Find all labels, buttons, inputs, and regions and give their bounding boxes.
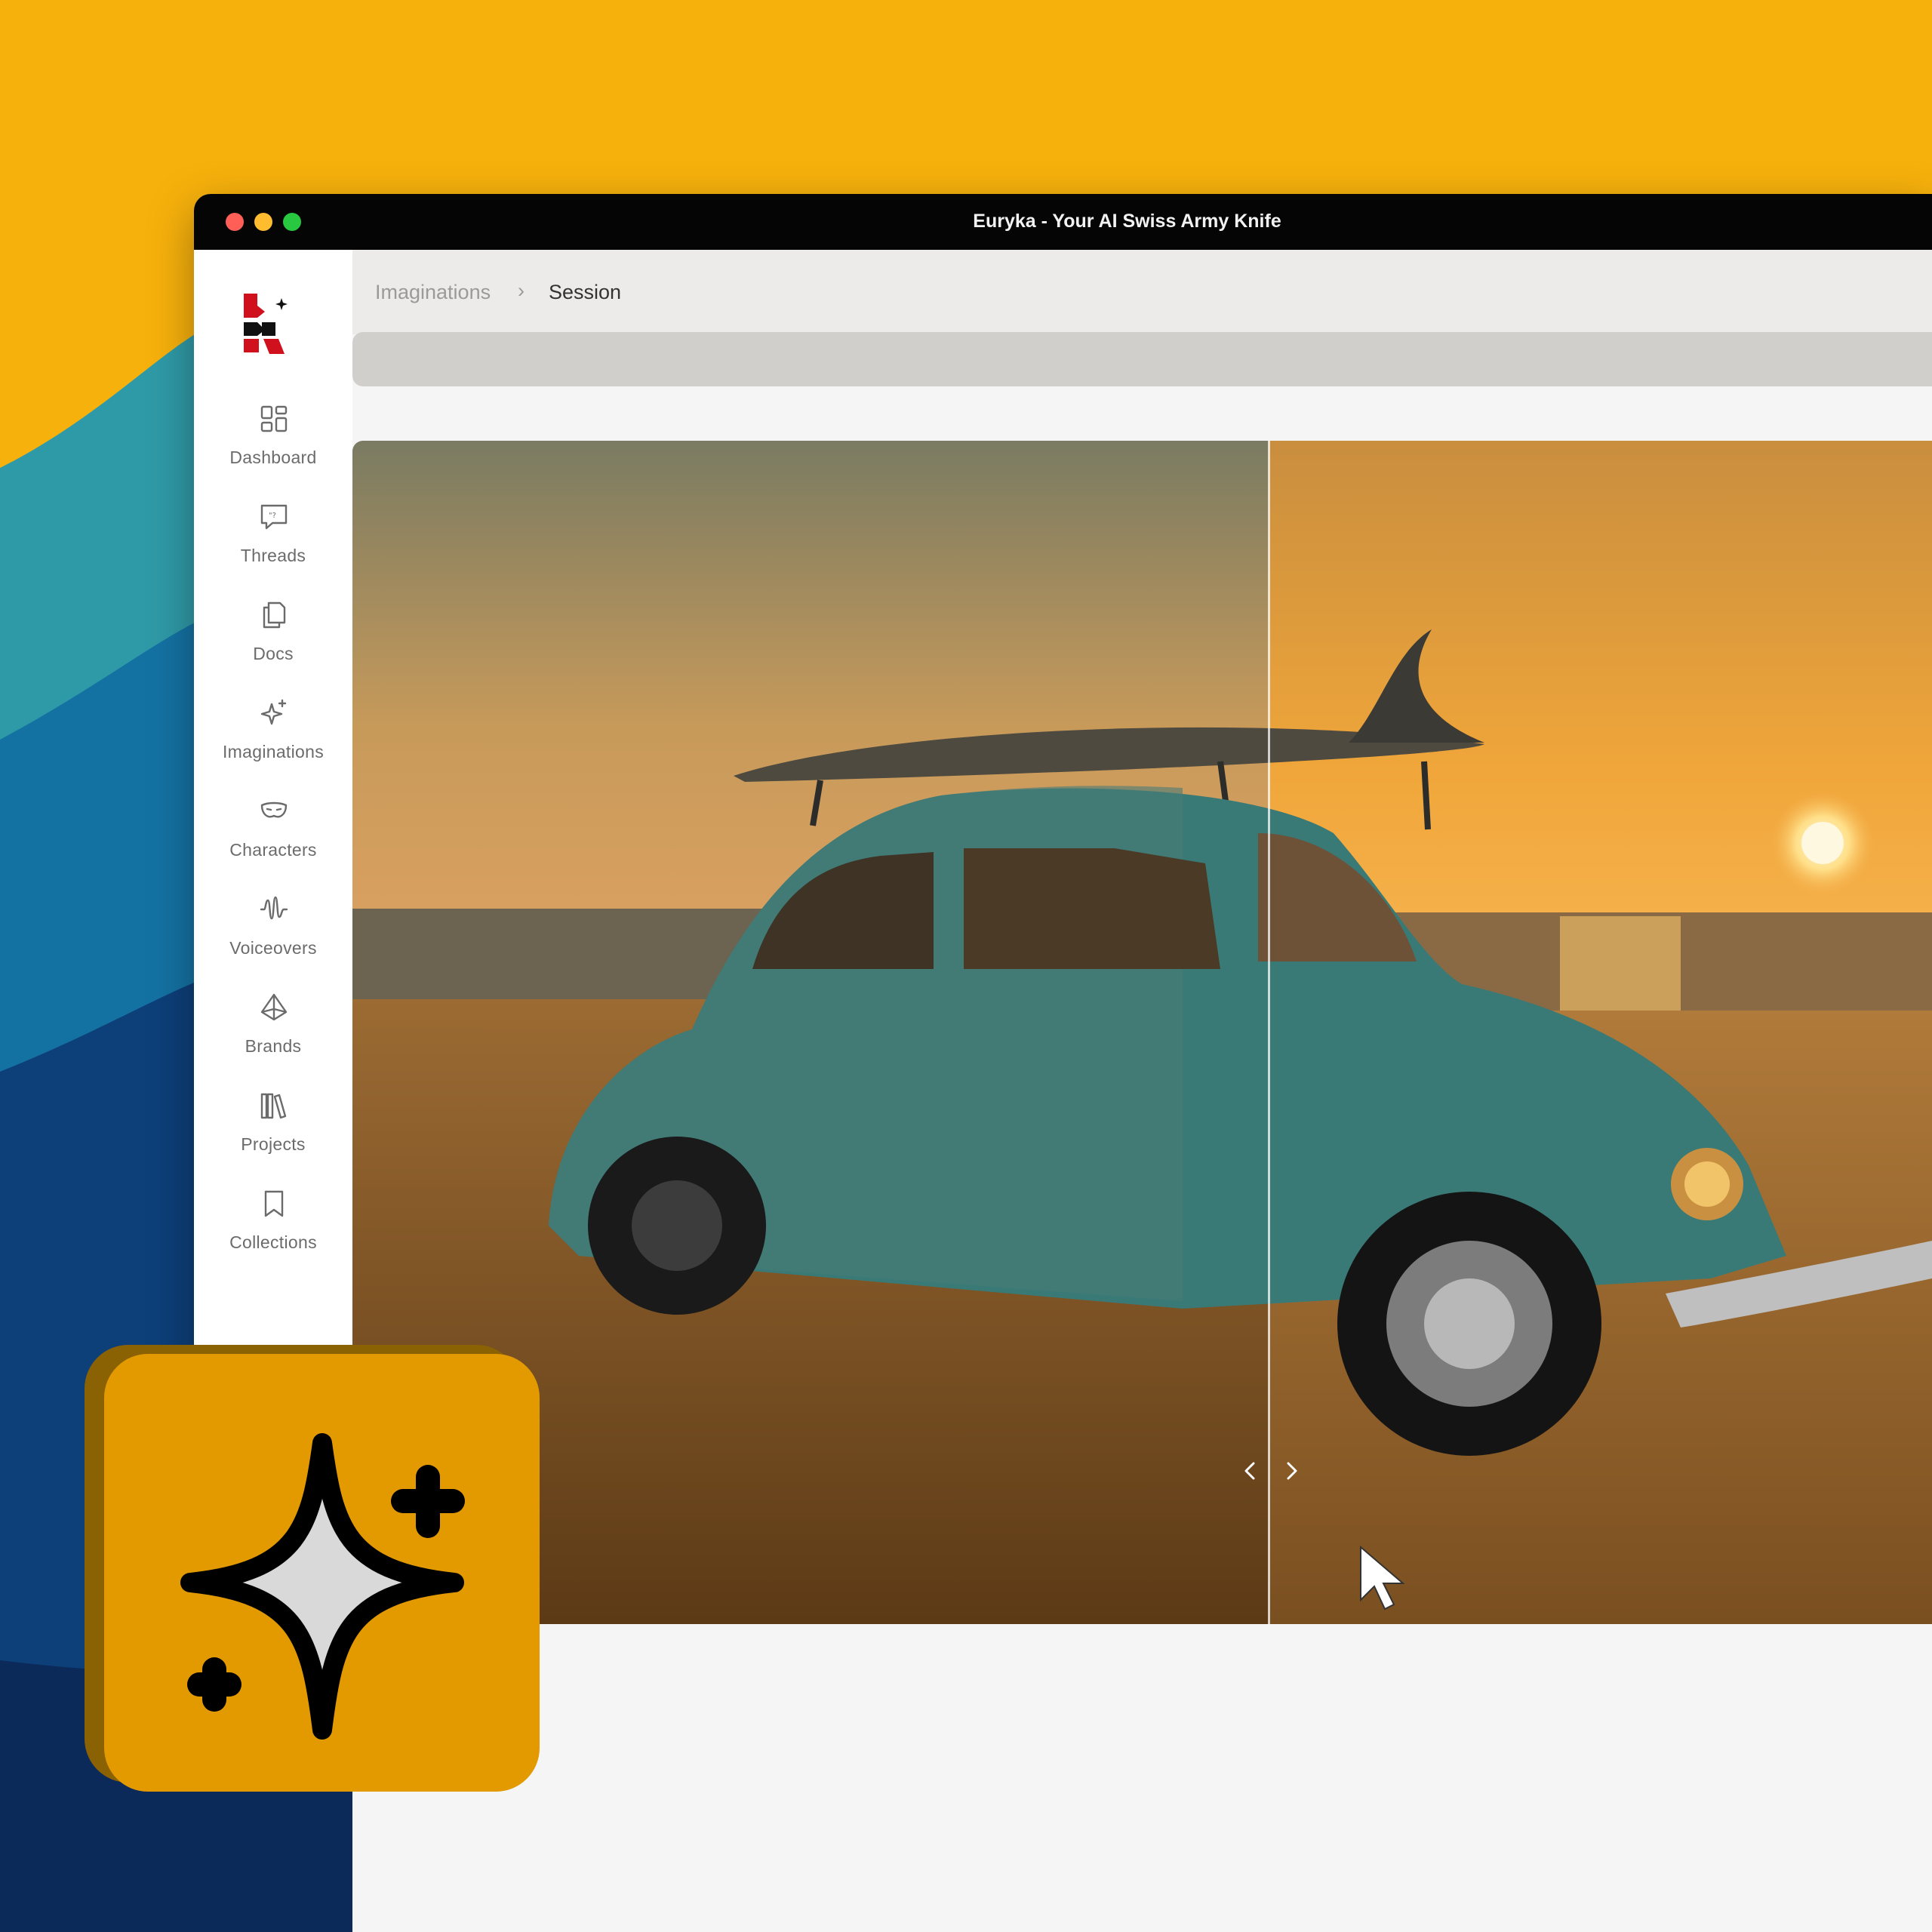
- sidebar-item-threads[interactable]: "? Threads: [194, 502, 352, 592]
- breadcrumb-parent[interactable]: Imaginations: [375, 281, 491, 304]
- sidebar-item-docs[interactable]: Docs: [194, 600, 352, 691]
- breadcrumb-separator: ›: [518, 279, 525, 302]
- sidebar-item-collections[interactable]: Collections: [194, 1189, 352, 1279]
- sidebar-item-label: Imaginations: [222, 742, 324, 761]
- app-logo: [244, 294, 288, 354]
- sparkles-badge: [85, 1345, 540, 1792]
- image-comparison-viewer[interactable]: [352, 441, 1932, 1624]
- docs-icon: [263, 601, 286, 629]
- sidebar-item-projects[interactable]: Projects: [194, 1091, 352, 1181]
- sidebar-item-label: Characters: [229, 840, 317, 860]
- mouse-cursor-icon: [1360, 1545, 1405, 1611]
- threads-icon: "?: [260, 504, 288, 530]
- sidebar-item-voiceovers[interactable]: Voiceovers: [194, 894, 352, 985]
- comparison-handle-icon[interactable]: [1237, 1452, 1305, 1490]
- breadcrumb-current: Session: [549, 281, 622, 303]
- dashboard-icon: [260, 405, 288, 432]
- sidebar-item-characters[interactable]: Characters: [194, 796, 352, 887]
- toolbar-strip: [352, 332, 1932, 386]
- window-title: Euryka - Your AI Swiss Army Knife: [973, 211, 1281, 232]
- sidebar-item-label: Dashboard: [229, 448, 317, 467]
- sidebar-item-label: Threads: [240, 546, 306, 565]
- sidebar-item-brands[interactable]: Brands: [194, 992, 352, 1083]
- sparkles-icon: [260, 699, 287, 725]
- mask-icon: [260, 801, 288, 818]
- sidebar-item-label: Voiceovers: [229, 938, 317, 958]
- sidebar-item-label: Collections: [229, 1232, 317, 1252]
- svg-text:"?: "?: [269, 512, 276, 520]
- sidebar-item-label: Brands: [245, 1036, 302, 1056]
- sidebar-item-imaginations[interactable]: Imaginations: [194, 698, 352, 789]
- sidebar-item-label: Projects: [241, 1134, 306, 1154]
- waveform-icon: [260, 896, 288, 920]
- books-icon: [260, 1093, 287, 1119]
- bookmark-icon: [264, 1190, 284, 1217]
- diamond-icon: [260, 993, 288, 1021]
- title-bar: Euryka - Your AI Swiss Army Knife: [194, 194, 1932, 250]
- sidebar-item-dashboard[interactable]: Dashboard: [194, 404, 352, 494]
- comparison-divider[interactable]: [1268, 441, 1270, 1624]
- sidebar-item-label: Docs: [253, 644, 294, 663]
- generated-image: [352, 441, 1932, 1624]
